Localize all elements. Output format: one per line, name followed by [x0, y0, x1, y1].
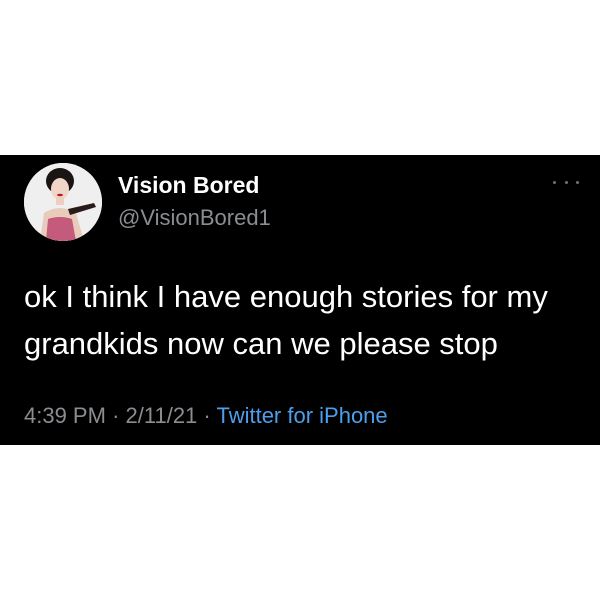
- avatar[interactable]: [24, 163, 102, 241]
- meta-separator: ·: [203, 403, 211, 428]
- user-handle[interactable]: @VisionBored1: [118, 205, 271, 231]
- tweet-source-link[interactable]: Twitter for iPhone: [216, 403, 387, 428]
- tweet-date[interactable]: 2/11/21: [126, 403, 198, 428]
- more-options-button[interactable]: [552, 175, 580, 189]
- meta-separator: ·: [112, 403, 120, 428]
- tweet-time[interactable]: 4:39 PM: [24, 403, 106, 428]
- tweet-card: Vision Bored @VisionBored1 ok I think I …: [0, 155, 600, 445]
- tweet-metadata: 4:39 PM · 2/11/21 · Twitter for iPhone: [24, 403, 388, 429]
- avatar-image: [24, 163, 102, 241]
- display-name[interactable]: Vision Bored: [118, 172, 259, 199]
- more-horizontal-icon: [553, 180, 556, 184]
- tweet-text: ok I think I have enough stories for my …: [24, 279, 548, 361]
